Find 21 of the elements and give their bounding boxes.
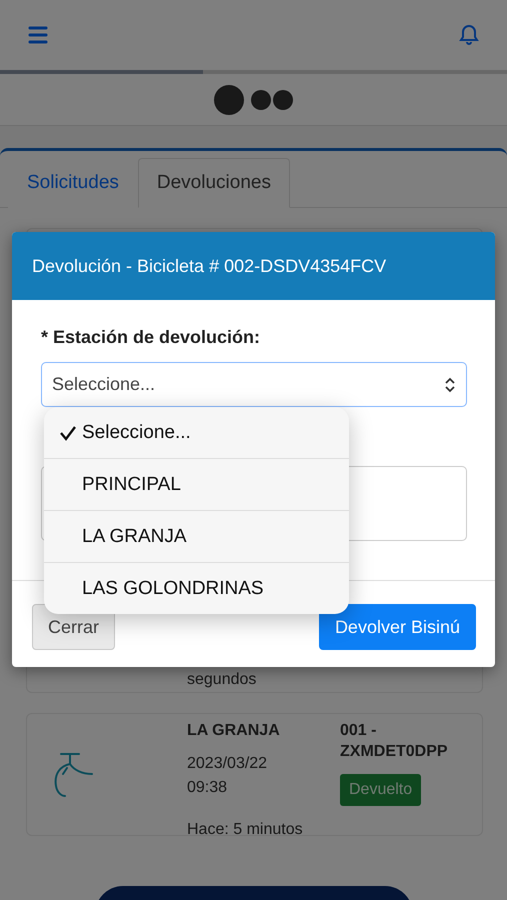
station-select[interactable]: Seleccione... bbox=[41, 362, 467, 407]
dropdown-option[interactable]: LAS GOLONDRINAS bbox=[44, 562, 349, 614]
field-label: * Estación de devolución: bbox=[41, 326, 262, 348]
time-ago: Hace: 5 minutos bbox=[187, 820, 304, 840]
menu-icon[interactable] bbox=[28, 26, 48, 44]
time-ago: segundos bbox=[187, 670, 258, 690]
chevron-up-down-icon bbox=[444, 376, 456, 392]
dropdown-option[interactable]: PRINCIPAL bbox=[44, 458, 349, 510]
station-name: LA GRANJA bbox=[187, 721, 281, 741]
return-time: 09:38 bbox=[187, 778, 228, 798]
bike-id: 001 - ZXMDET0DPP bbox=[340, 721, 449, 762]
dialog-title: Devolución - Bicicleta # 002-DSDV4354FCV bbox=[32, 256, 386, 276]
bell-icon[interactable] bbox=[459, 24, 479, 46]
status-badge: Devuelto bbox=[340, 774, 422, 806]
tab[interactable]: Devoluciones bbox=[138, 158, 290, 208]
return-button[interactable]: Devolver Bisinú bbox=[318, 604, 476, 650]
dropdown-option[interactable]: LA GRANJA bbox=[44, 510, 349, 562]
return-date: 2023/03/22 bbox=[187, 754, 268, 774]
loading-dots-icon bbox=[214, 84, 294, 116]
dropdown-option[interactable]: Seleccione... bbox=[44, 407, 349, 458]
check-icon bbox=[59, 424, 77, 440]
